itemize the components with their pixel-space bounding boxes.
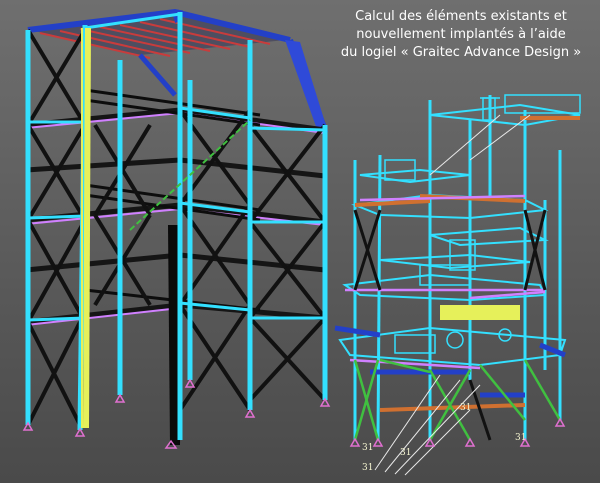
caption-line-3: du logiel « Graitec Advance Design » — [340, 45, 582, 60]
node-label: 31 — [460, 403, 471, 413]
node-label: 31 — [400, 448, 411, 458]
caption-line-1: Calcul des éléments existants et — [355, 9, 567, 24]
yellow-grating — [440, 305, 520, 320]
3d-model-viewport[interactable]: 31 31 31 31 31 — [0, 0, 600, 483]
node-label: 31 — [362, 463, 373, 473]
caption-line-2: nouvellement implantés à l’aide — [356, 27, 566, 42]
roof-slope — [285, 40, 328, 132]
highlighted-column — [83, 27, 91, 429]
new-installation-structure: 31 31 31 31 31 — [334, 94, 581, 476]
roof-plane — [30, 15, 285, 55]
node-label: 31 — [515, 433, 526, 443]
existing-steel-structure — [22, 8, 331, 449]
caption: Calcul des éléments existants et nouvell… — [330, 8, 592, 62]
node-label: 31 — [362, 443, 373, 453]
